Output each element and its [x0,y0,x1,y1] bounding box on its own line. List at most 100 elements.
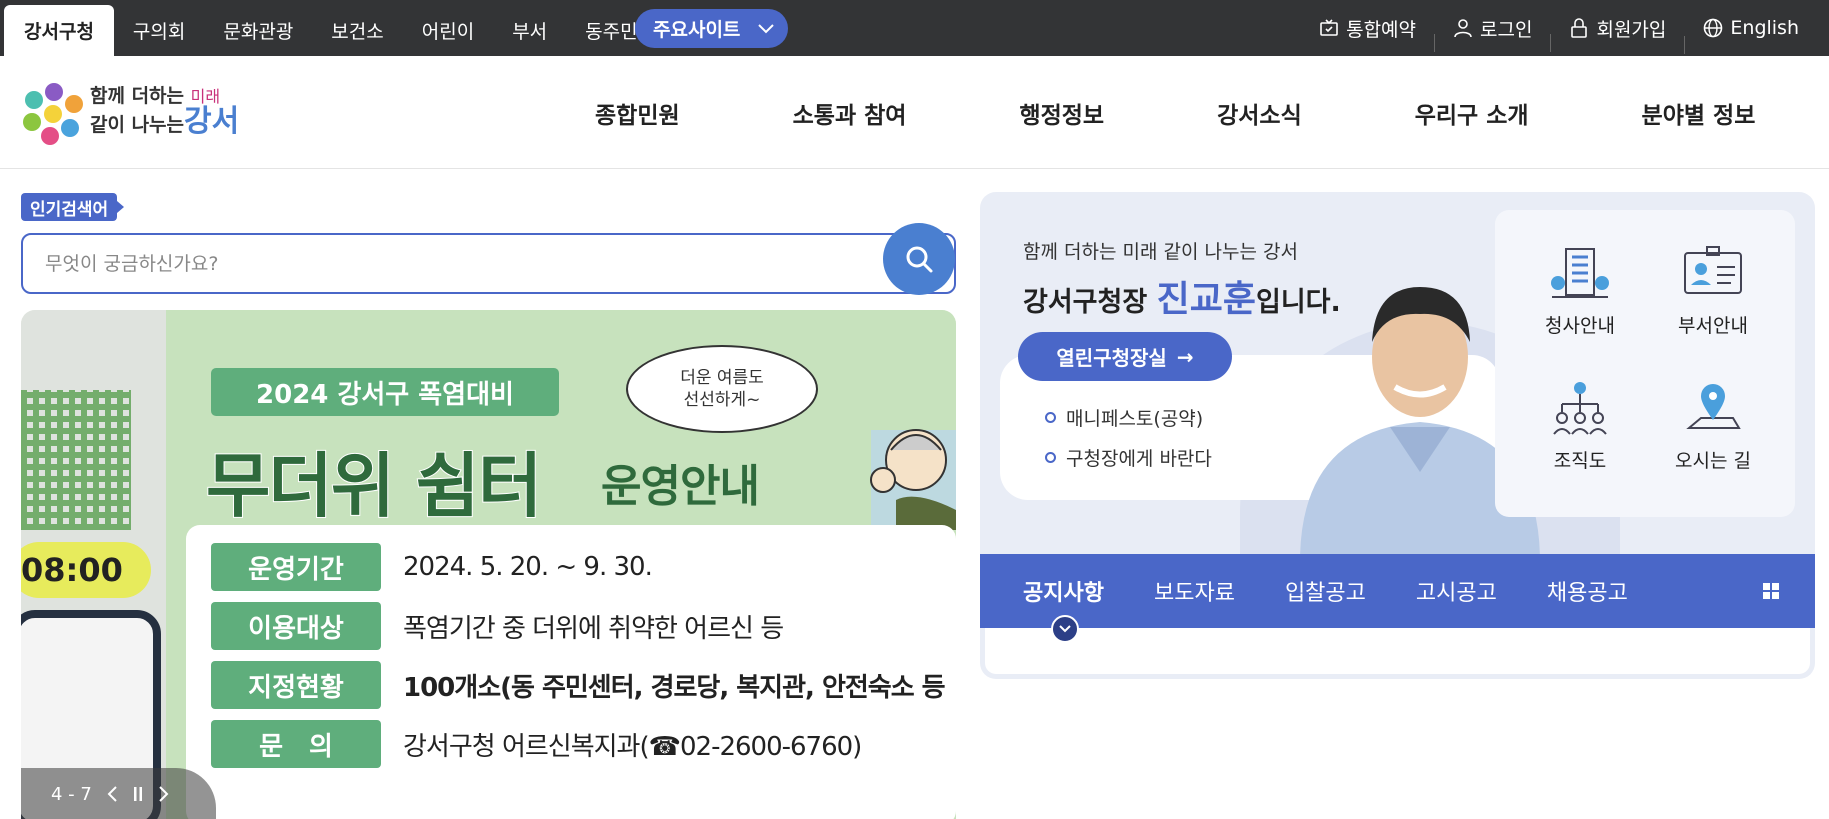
tab-official-notices[interactable]: 고시공고 [1416,575,1497,607]
open-office-label: 열린구청장실 [1056,346,1167,370]
chevron-down-icon [758,23,775,33]
login-label: 로그인 [1480,18,1533,41]
quick-building-guide-label: 청사안내 [1545,315,1615,337]
login-link[interactable]: 로그인 [1434,15,1550,52]
site-tab-kids[interactable]: 어린이 [403,5,493,56]
tv-calendar-icon [1320,19,1338,36]
quick-directions[interactable]: 오시는 길 [1648,380,1778,473]
main-sites-dropdown[interactable]: 주요사이트 [635,9,788,48]
open-mayor-office-button[interactable]: 열린구청장실 → [1018,332,1232,381]
slider-controls: 4 - 7 [21,768,216,819]
nav-field-info[interactable]: 분야별 정보 [1642,96,1756,130]
quick-org-chart-label: 조직도 [1553,450,1607,472]
nav-participation[interactable]: 소통과 참여 [793,96,907,130]
integrated-reservation-label: 통합예약 [1346,18,1417,41]
info-row-status: 지정현황 100개소(동 주민센터, 경로당, 복지관, 안전숙소 등 [211,661,946,709]
notice-tabs: 공지사항 보도자료 입찰공고 고시공고 채용공고 [1023,554,1678,628]
top-utility-bar: 강서구청 구의회 문화관광 보건소 어린이 부서 동주민 주요사이트 통합예약 … [0,0,1829,56]
grid-menu-icon[interactable] [1762,582,1780,600]
chevron-down-icon [1059,625,1071,633]
main-sites-label: 주요사이트 [653,19,741,41]
info-label: 이용대상 [211,602,381,650]
info-value: 강서구청 어르신복지과(☎02-2600-6760) [403,731,862,762]
elderly-man-illustration [870,429,956,530]
popular-keywords-label[interactable]: 인기검색어 [21,193,125,221]
site-tab-department[interactable]: 부서 [493,5,566,56]
search-box [21,233,956,294]
gangseo-logo[interactable]: 함께 더하는 미래 같이 나누는강서 [20,78,245,150]
info-label: 운영기간 [211,543,381,591]
nav-about[interactable]: 우리구 소개 [1415,96,1529,130]
banner-title: 무더위 쉼터 [205,444,543,528]
tab-press-releases[interactable]: 보도자료 [1154,575,1235,607]
search-button[interactable] [883,223,955,295]
map-pin-icon [1686,384,1741,429]
english-label: English [1730,17,1799,39]
logo-line1: 함께 더하는 [90,85,185,107]
mayor-panel: 함께 더하는 미래 같이 나누는 강서 강서구청장 진교훈입니다. 매니페스토(… [980,192,1815,554]
globe-icon [1704,18,1723,38]
signup-link[interactable]: 회원가입 [1550,15,1684,52]
quick-department-guide-label: 부서안내 [1678,315,1748,337]
quick-department-guide[interactable]: 부서안내 [1648,245,1778,338]
user-icon [1454,19,1472,38]
quick-directions-label: 오시는 길 [1675,450,1751,472]
prev-slide-icon[interactable] [106,785,118,803]
utility-links: 통합예약 로그인 회원가입 English [1300,0,1817,56]
manifesto-label: 매니페스토(공약) [1066,407,1204,430]
nav-news[interactable]: 강서소식 [1217,96,1302,130]
nav-admin-info[interactable]: 행정정보 [1019,96,1104,130]
quick-building-guide[interactable]: 청사안내 [1515,245,1645,338]
time-badge: 08:00 [21,542,151,598]
tab-notices[interactable]: 공지사항 [1023,575,1104,607]
signup-label: 회원가입 [1596,18,1667,41]
flower-logo-icon [23,83,83,145]
search-input[interactable] [45,247,865,281]
next-slide-icon[interactable] [158,785,170,803]
banner-tag: 2024 강서구 폭염대비 [211,368,559,416]
pause-icon[interactable] [132,785,144,803]
building-icon [1551,248,1609,298]
arrow-right-icon: → [1176,344,1194,369]
bubble-line2: 선선하게~ [683,390,761,410]
integrated-reservation-link[interactable]: 통합예약 [1300,15,1434,42]
lock-icon [1571,18,1588,38]
site-tabs: 강서구청 구의회 문화관광 보건소 어린이 부서 동주민 [4,5,657,56]
site-tab-culture[interactable]: 문화관광 [204,5,312,56]
mayor-name: 진교훈 [1156,279,1256,320]
notice-tabs-bar: 공지사항 보도자료 입찰공고 고시공고 채용공고 [980,554,1815,643]
logo-text: 함께 더하는 미래 같이 나누는강서 [90,84,239,138]
info-value: 폭염기간 중 더위에 취약한 어르신 등 [403,613,784,644]
info-row-period: 운영기간 2024. 5. 20. ~ 9. 30. [211,543,653,591]
tab-bid-notices[interactable]: 입찰공고 [1285,575,1366,607]
site-tab-gangseo[interactable]: 강서구청 [4,5,114,56]
info-row-target: 이용대상 폭염기간 중 더위에 취약한 어르신 등 [211,602,784,650]
info-label: 문 의 [211,720,381,768]
search-icon [906,246,933,273]
qr-code-image [21,390,131,530]
org-chart-icon [1553,382,1607,435]
quick-org-chart[interactable]: 조직도 [1515,380,1645,473]
logo-line2: 같이 나누는 [90,114,185,136]
info-value: 2024. 5. 20. ~ 9. 30. [403,552,653,582]
info-row-contact: 문 의 강서구청 어르신복지과(☎02-2600-6760) [211,720,862,768]
site-tab-council[interactable]: 구의회 [114,5,204,56]
english-link[interactable]: English [1684,17,1817,54]
id-card-icon [1684,246,1742,294]
bullet-icon [1045,451,1056,463]
info-label: 지정현황 [211,661,381,709]
site-header: 함께 더하는 미래 같이 나누는강서 종합민원 소통과 참여 행정정보 강서소식… [0,56,1829,169]
banner-info-panel: 운영기간 2024. 5. 20. ~ 9. 30. 이용대상 폭염기간 중 더… [186,525,956,819]
site-tab-health[interactable]: 보건소 [312,5,402,56]
tab-job-postings[interactable]: 채용공고 [1547,575,1628,607]
logo-line2-big: 강서 [184,104,240,139]
request-to-mayor-label: 구청장에게 바란다 [1066,447,1212,470]
main-banner-slider[interactable]: 08:00 2024 강서구 폭염대비 더운 여름도 선선하게~ 무더위 쉼터 … [21,310,956,819]
main-navigation: 종합민원 소통과 참여 행정정보 강서소식 우리구 소개 분야별 정보 [595,56,1755,169]
nav-civil-service[interactable]: 종합민원 [595,96,680,130]
bullet-icon [1045,411,1056,423]
mayor-title-prefix: 강서구청장 [1023,287,1157,318]
speech-bubble: 더운 여름도 선선하게~ [626,345,818,433]
slide-counter: 4 - 7 [51,783,92,805]
quick-links: 청사안내 부서안내 조직도 오시는 길 [1495,210,1795,517]
